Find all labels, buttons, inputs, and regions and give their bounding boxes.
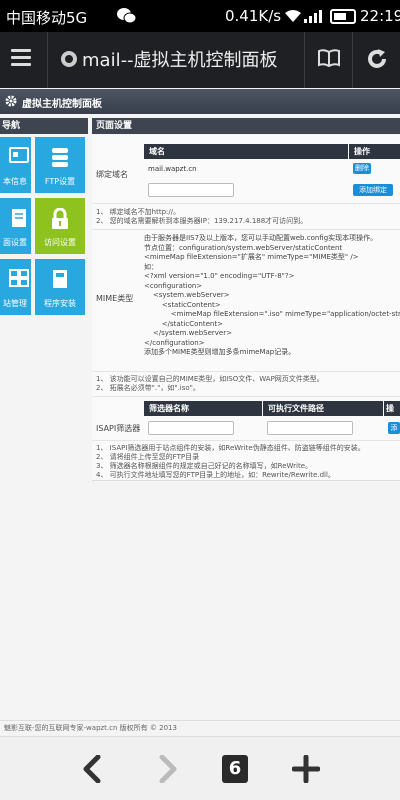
domain-column-header: 域名 [144, 144, 348, 159]
site-logo-icon [61, 51, 77, 67]
tile-site-management[interactable]: 站管理 [0, 259, 31, 315]
content-header: 页面设置 [92, 118, 400, 134]
tile-label: 本信息 [3, 177, 27, 186]
exe-path-input[interactable] [267, 421, 353, 435]
isapi-note-1: 1、 ISAPI筛选器用于站点组件的安装，如ReWrite伪静态组件、防盗链等组… [96, 444, 365, 452]
copyright-footer: 魅影互联-您的互联网专家-wapzt.cn 版权所有 © 2013 [0, 720, 400, 735]
tile-label: FTP设置 [44, 177, 76, 186]
menu-icon[interactable] [11, 49, 31, 67]
new-tab-icon[interactable] [292, 755, 320, 783]
tile-label: 程序安装 [44, 299, 76, 308]
isapi-note-3: 3、 筛选器名称根据组件的规定或自己好记的名称填写，如ReWrite。 [96, 462, 313, 470]
page-title: mail--虚拟主机控制面板 [82, 50, 278, 71]
isapi-action-column-header: 操作 [384, 401, 400, 416]
lock-icon [52, 208, 68, 229]
status-bar: 中国移动5G 0.41K/s 22:19 [0, 0, 400, 32]
tile-ftp-settings[interactable]: FTP设置 [35, 137, 85, 193]
domain-note-1: 1、 绑定域名不加http://。 [96, 208, 181, 216]
sitemap-icon [8, 269, 29, 287]
domain-note-2: 2、 您的域名需要解析到本服务器IP：139.217.4.188才可访问到。 [96, 217, 308, 225]
id-card-icon [8, 147, 29, 163]
filter-name-input[interactable] [148, 421, 234, 435]
action-column-header: 操作 [349, 144, 400, 159]
clock: 22:19 [360, 7, 400, 25]
exe-path-column-header: 可执行文件路径 [263, 401, 383, 416]
domain-binding-label: 绑定域名 [96, 170, 128, 179]
domain-value: mail.wapzt.cn [148, 165, 197, 173]
nav-header: 导航 [0, 118, 88, 134]
tile-page-settings[interactable]: 面设置 [0, 198, 31, 254]
tile-program-install[interactable]: 程序安装 [35, 259, 85, 315]
mime-instructions: 由于服务器是IIS7及以上版本，您可以手动配置web.config实现本项操作。… [144, 234, 400, 356]
web-page: 虚拟主机控制面板 导航 本信息 FTP设置 面设置 访问设置 站管理 程序安装 … [0, 88, 400, 720]
isapi-label: ISAPI筛选器 [96, 424, 141, 433]
isapi-note-2: 2、 请将组件上传至您的FTP目录 [96, 453, 200, 461]
mime-label: MIME类型 [96, 294, 134, 303]
wechat-icon [117, 8, 137, 24]
panel-title: 虚拟主机控制面板 [22, 99, 102, 110]
add-filter-button[interactable]: 添 [388, 422, 400, 434]
tab-count-button[interactable]: 6 [222, 755, 248, 783]
signal-icon [304, 10, 322, 23]
domain-input[interactable] [148, 183, 234, 197]
reading-mode-icon[interactable] [318, 48, 340, 68]
wifi-icon [285, 10, 301, 22]
refresh-icon[interactable] [366, 48, 388, 70]
mime-note-2: 2、 拓展名必须带"."，如".iso"。 [96, 384, 200, 392]
tile-label: 站管理 [3, 299, 27, 308]
database-icon [52, 148, 68, 167]
carrier-label: 中国移动5G [6, 9, 88, 27]
browser-toolbar: 6 [0, 736, 400, 800]
tile-access-settings[interactable]: 访问设置 [35, 198, 85, 254]
network-speed: 0.41K/s [225, 7, 282, 25]
gear-icon [5, 95, 17, 107]
package-icon [53, 270, 67, 288]
isapi-note-4: 4、 可执行文件地址填写您的FTP目录上的地址，如：Rewrite/Rewrit… [96, 471, 335, 479]
tile-label: 面设置 [3, 238, 27, 247]
app-bar: mail--虚拟主机控制面板 [0, 32, 400, 88]
tile-label: 访问设置 [44, 238, 76, 247]
delete-button[interactable]: 删除 [353, 163, 371, 174]
tile-basic-info[interactable]: 本信息 [0, 137, 31, 193]
content-panel: 绑定域名 域名 操作 mail.wapzt.cn 删除 添加绑定 1、 绑定域名… [92, 135, 400, 481]
forward-icon[interactable] [156, 755, 180, 783]
back-icon[interactable] [80, 755, 104, 783]
mime-note-1: 1、 该功能可以设置自己的MIME类型，如ISO文件、WAP网页文件类型。 [96, 375, 324, 383]
document-icon [11, 209, 26, 227]
page-header: 虚拟主机控制面板 [0, 89, 400, 114]
add-binding-button[interactable]: 添加绑定 [353, 184, 393, 196]
filter-name-column-header: 筛选器名称 [144, 401, 262, 416]
battery-icon [330, 9, 356, 24]
